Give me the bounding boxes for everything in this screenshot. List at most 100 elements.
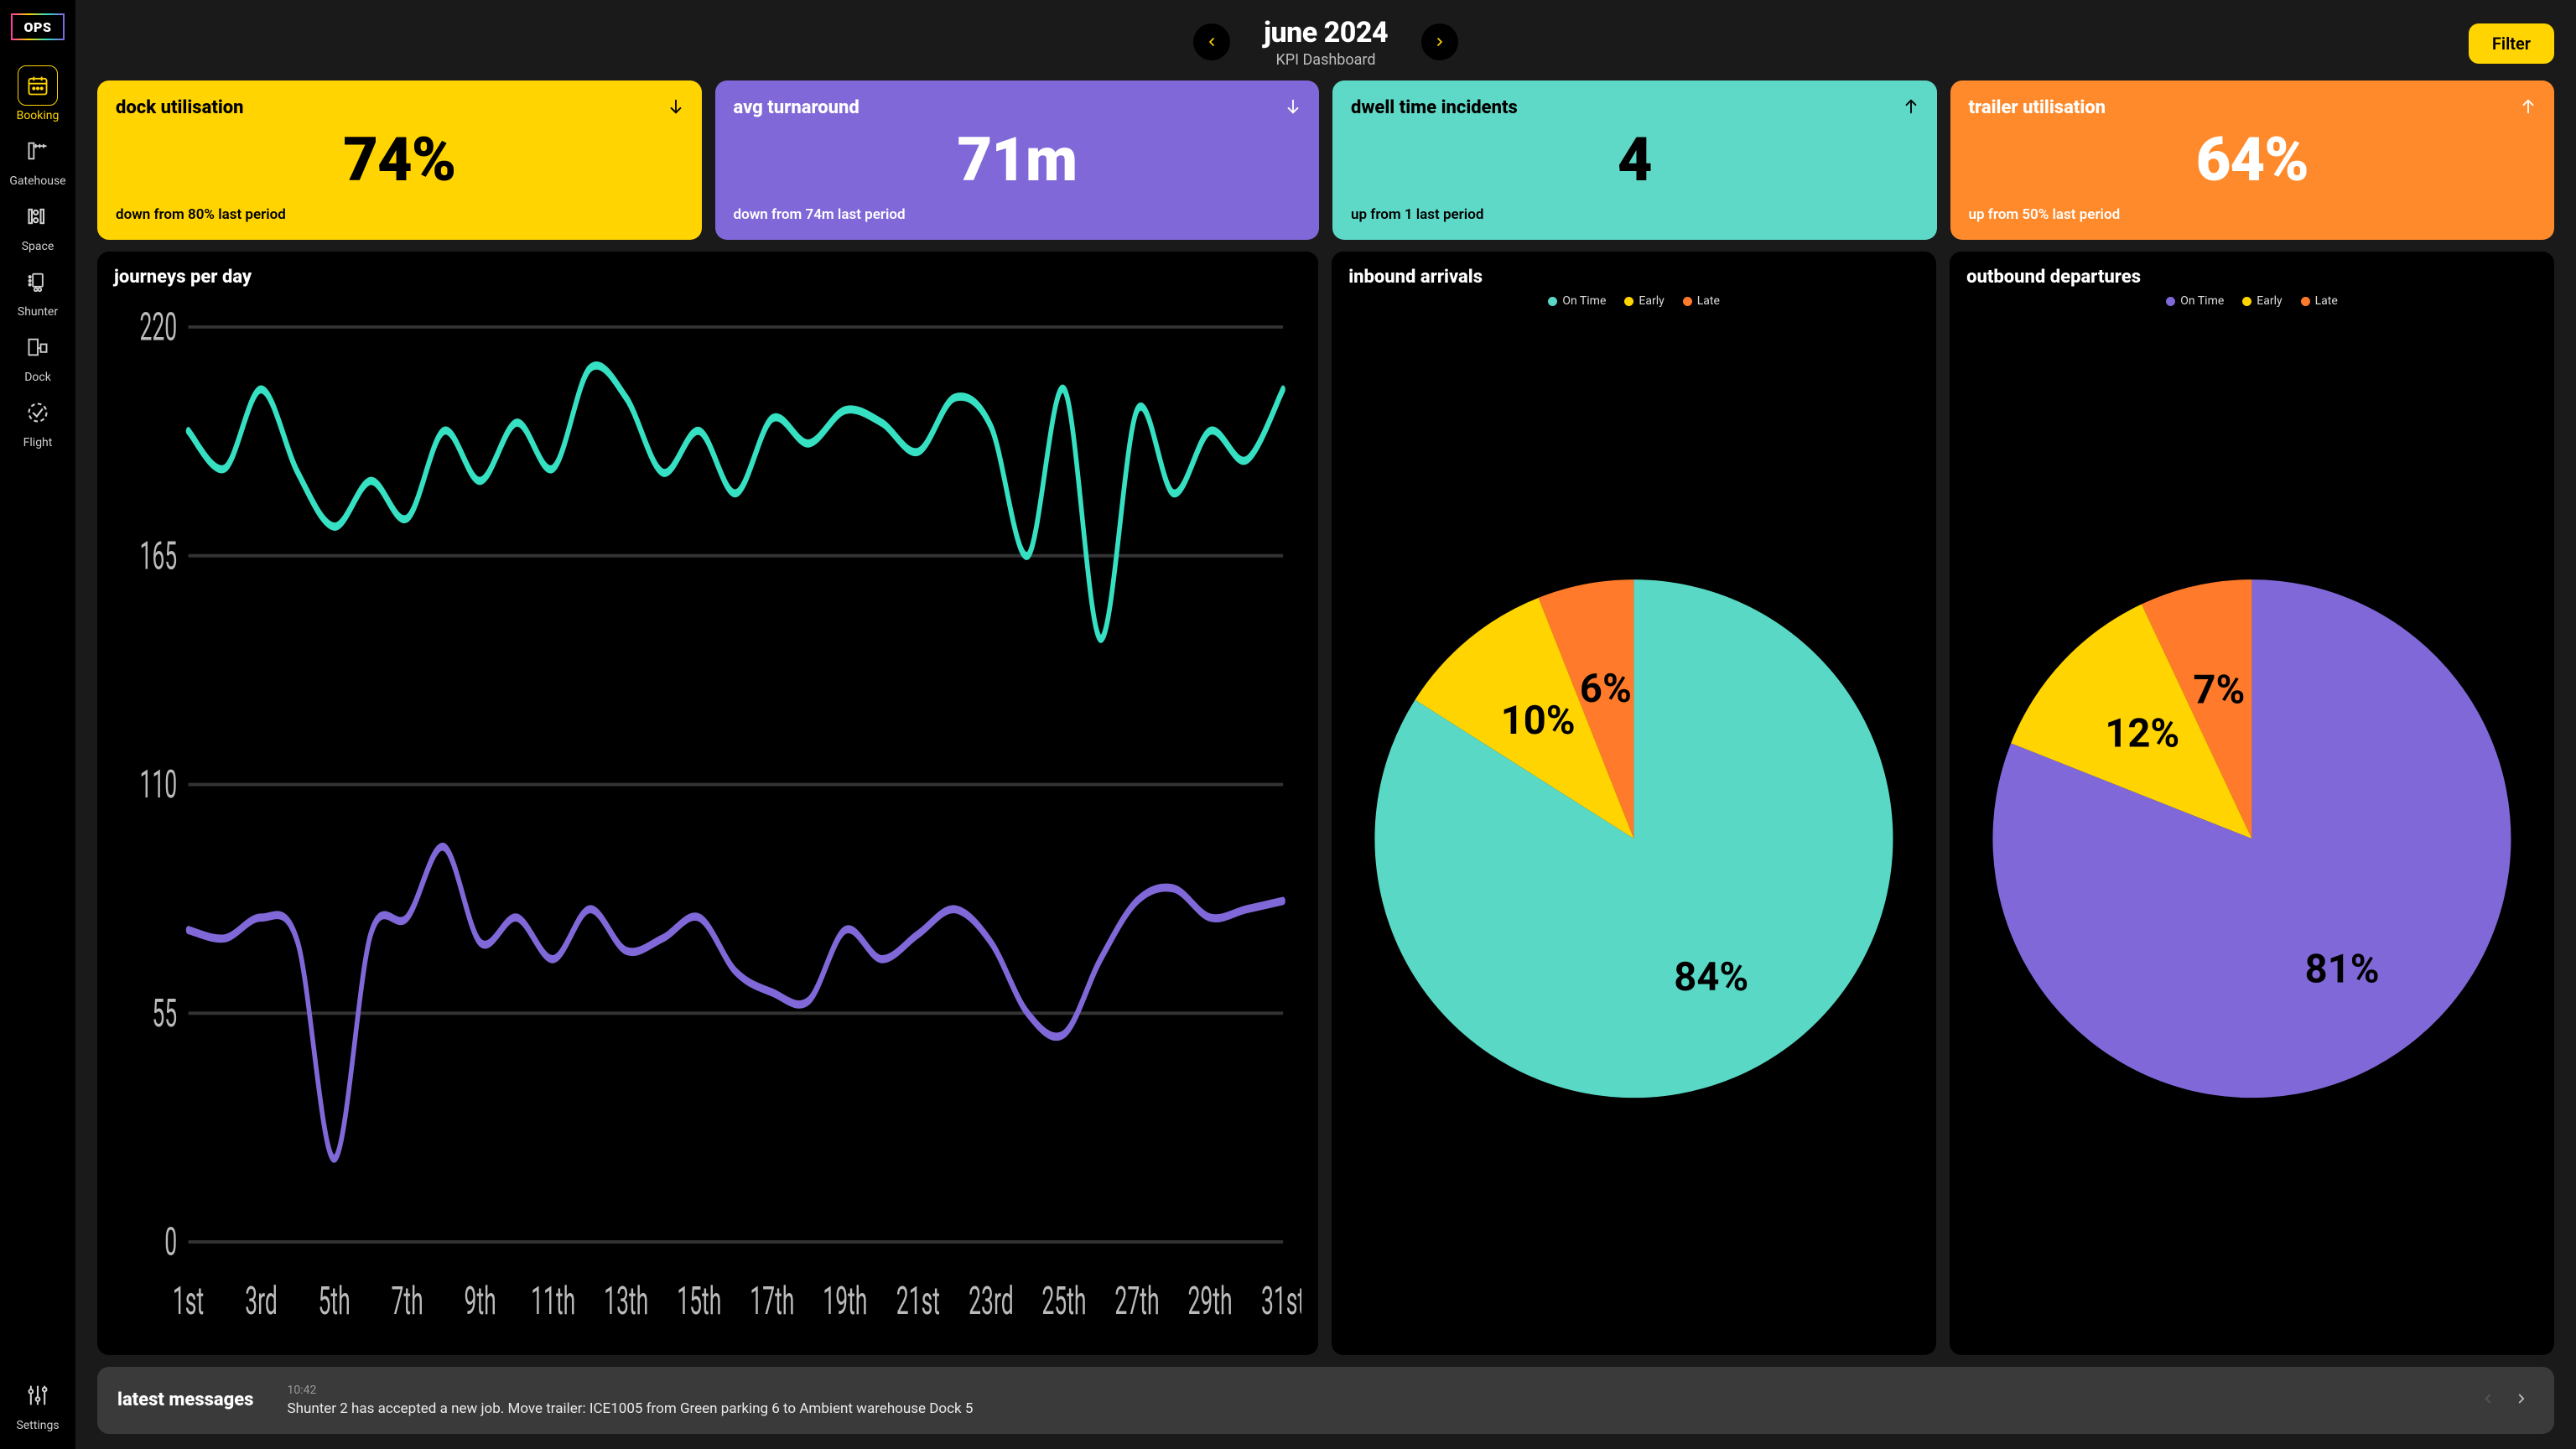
nav-item-gatehouse[interactable]: Gatehouse bbox=[13, 126, 63, 191]
brand-logo: OPS bbox=[11, 13, 65, 40]
nav-label-shunter: Shunter bbox=[18, 305, 58, 319]
period-next-button[interactable] bbox=[1421, 23, 1458, 60]
kpi-compare: down from 80% last period bbox=[116, 206, 683, 223]
kpi-card-0[interactable]: dock utilisation 74% down from 80% last … bbox=[97, 80, 702, 240]
kpi-card-2[interactable]: dwell time incidents 4 up from 1 last pe… bbox=[1332, 80, 1937, 240]
legend-item: Late bbox=[2301, 294, 2338, 308]
chevron-left-icon bbox=[2480, 1391, 2496, 1406]
svg-text:0: 0 bbox=[164, 1220, 177, 1265]
booking-icon bbox=[18, 65, 58, 106]
period-subtitle: KPI Dashboard bbox=[1264, 51, 1388, 69]
nav-item-booking[interactable]: Booking bbox=[13, 60, 63, 126]
kpi-compare: up from 1 last period bbox=[1351, 206, 1919, 223]
kpi-title: dock utilisation bbox=[116, 97, 683, 118]
outbound-legend: On Time Early Late bbox=[1966, 294, 2537, 308]
legend-item: Early bbox=[2242, 294, 2282, 308]
period-title: june 2024 bbox=[1264, 16, 1388, 49]
shunter-icon bbox=[18, 262, 58, 302]
messages-bar: latest messages 10:42 Shunter 2 has acce… bbox=[97, 1367, 2554, 1434]
message-timestamp: 10:42 bbox=[287, 1384, 2442, 1397]
journeys-title: journeys per day bbox=[114, 267, 1301, 288]
messages-prev-button[interactable] bbox=[2475, 1386, 2501, 1415]
legend-item: Late bbox=[1683, 294, 1720, 308]
sidebar: OPS Booking Gatehouse Space Shunter Dock… bbox=[0, 0, 75, 1449]
legend-dot bbox=[1683, 297, 1692, 306]
nav-item-shunter[interactable]: Shunter bbox=[13, 257, 63, 322]
filter-button[interactable]: Filter bbox=[2469, 23, 2554, 64]
legend-label: On Time bbox=[1562, 294, 1606, 308]
svg-text:10%: 10% bbox=[1501, 697, 1576, 744]
legend-dot bbox=[1624, 297, 1633, 306]
svg-text:11th: 11th bbox=[531, 1279, 575, 1324]
nav-label-space: Space bbox=[22, 240, 55, 253]
legend-dot bbox=[1548, 297, 1557, 306]
kpi-compare: up from 50% last period bbox=[1969, 206, 2537, 223]
legend-item: On Time bbox=[1548, 294, 1606, 308]
svg-text:6%: 6% bbox=[1580, 665, 1632, 712]
arrow-down-icon bbox=[667, 97, 685, 119]
arrow-up-icon bbox=[1902, 97, 1920, 119]
svg-text:84%: 84% bbox=[1674, 953, 1748, 1000]
gatehouse-icon bbox=[18, 131, 58, 171]
journeys-panel: journeys per day 0551101652201st3rd5th7t… bbox=[97, 252, 1318, 1355]
kpi-card-3[interactable]: trailer utilisation 64% up from 50% last… bbox=[1950, 80, 2555, 240]
nav-settings[interactable]: Settings bbox=[13, 1370, 63, 1436]
kpi-value: 4 bbox=[1351, 124, 1919, 195]
messages-label: latest messages bbox=[117, 1389, 253, 1411]
svg-text:19th: 19th bbox=[823, 1279, 867, 1324]
svg-text:29th: 29th bbox=[1187, 1279, 1232, 1324]
sliders-icon bbox=[18, 1375, 58, 1415]
flight-icon bbox=[18, 392, 58, 433]
nav-item-space[interactable]: Space bbox=[13, 191, 63, 257]
legend-label: On Time bbox=[2180, 294, 2224, 308]
svg-text:110: 110 bbox=[139, 762, 177, 808]
svg-text:7%: 7% bbox=[2194, 666, 2246, 713]
arrow-down-icon bbox=[1284, 97, 1302, 119]
period-prev-button[interactable] bbox=[1193, 23, 1230, 60]
svg-text:21st: 21st bbox=[896, 1279, 940, 1324]
kpi-title: trailer utilisation bbox=[1969, 97, 2537, 118]
kpi-card-1[interactable]: avg turnaround 71m down from 74m last pe… bbox=[715, 80, 1320, 240]
nav-label-settings: Settings bbox=[16, 1419, 59, 1432]
arrow-up-icon bbox=[2519, 97, 2537, 119]
kpi-title: dwell time incidents bbox=[1351, 97, 1919, 118]
kpi-value: 71m bbox=[734, 124, 1301, 195]
nav-label-booking: Booking bbox=[17, 109, 60, 122]
outbound-panel: outbound departures On TimeEarlyLate 7%1… bbox=[1950, 252, 2554, 1355]
nav-label-dock: Dock bbox=[24, 371, 51, 384]
svg-text:220: 220 bbox=[139, 305, 177, 351]
legend-dot bbox=[2166, 297, 2175, 306]
legend-label: Early bbox=[2257, 294, 2282, 308]
messages-next-button[interactable] bbox=[2509, 1386, 2534, 1415]
svg-text:55: 55 bbox=[152, 991, 177, 1036]
legend-dot bbox=[2242, 297, 2251, 306]
nav-item-dock[interactable]: Dock bbox=[13, 322, 63, 387]
legend-dot bbox=[2301, 297, 2310, 306]
svg-text:7th: 7th bbox=[392, 1279, 423, 1324]
journeys-chart: 0551101652201st3rd5th7th9th11th13th15th1… bbox=[114, 294, 1301, 1340]
legend-item: On Time bbox=[2166, 294, 2224, 308]
svg-text:165: 165 bbox=[139, 534, 177, 579]
inbound-pie: 6%10% 84% bbox=[1348, 540, 1919, 1111]
outbound-title: outbound departures bbox=[1966, 267, 2537, 288]
svg-text:1st: 1st bbox=[173, 1279, 204, 1324]
chevron-left-icon bbox=[1205, 35, 1218, 49]
svg-text:81%: 81% bbox=[2305, 946, 2380, 993]
svg-text:31st: 31st bbox=[1261, 1279, 1301, 1324]
inbound-legend: On Time Early Late bbox=[1348, 294, 1919, 308]
topbar: june 2024 KPI Dashboard Filter bbox=[97, 15, 2554, 69]
svg-text:23rd: 23rd bbox=[969, 1279, 1014, 1324]
kpi-value: 74% bbox=[116, 124, 683, 195]
svg-text:9th: 9th bbox=[465, 1279, 496, 1324]
legend-label: Early bbox=[1639, 294, 1664, 308]
legend-label: Late bbox=[1697, 294, 1720, 308]
inbound-panel: inbound arrivals On TimeEarlyLate 6%10%8… bbox=[1332, 252, 1936, 1355]
kpi-row: dock utilisation 74% down from 80% last … bbox=[97, 80, 2554, 240]
legend-label: Late bbox=[2315, 294, 2338, 308]
svg-text:13th: 13th bbox=[604, 1279, 648, 1324]
nav-item-flight[interactable]: Flight bbox=[13, 387, 63, 453]
message-text: Shunter 2 has accepted a new job. Move t… bbox=[287, 1400, 2442, 1417]
kpi-compare: down from 74m last period bbox=[734, 206, 1301, 223]
svg-text:15th: 15th bbox=[677, 1279, 721, 1324]
svg-text:5th: 5th bbox=[318, 1279, 350, 1324]
